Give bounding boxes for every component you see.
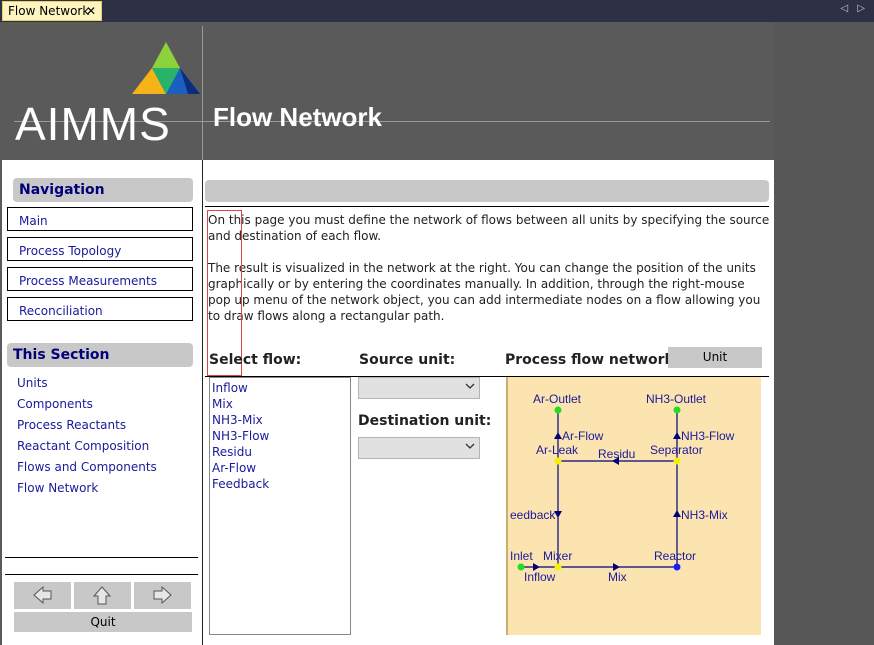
flow-label-residu: Residu	[598, 447, 635, 461]
left-border	[0, 160, 2, 645]
flow-list-item[interactable]: Inflow	[210, 380, 350, 396]
tab-flow-network[interactable]: Flow Network ✕	[2, 1, 102, 21]
flow-label-nh3-flow: NH3-Flow	[681, 429, 735, 443]
unit-button[interactable]: Unit	[668, 347, 762, 368]
network-canvas[interactable]: Ar-Outlet NH3-Outlet Ar-Flow NH3-Flow Ar…	[508, 377, 761, 635]
next-page-button[interactable]	[134, 582, 191, 609]
page-nav-arrows	[14, 582, 192, 610]
page-title: Flow Network	[213, 102, 383, 132]
process-flow-network[interactable]: Ar-Outlet NH3-Outlet Ar-Flow NH3-Flow Ar…	[506, 377, 761, 635]
node-label-mixer: Mixer	[543, 549, 572, 563]
node-reactor	[673, 563, 681, 571]
description-paragraph-1: On this page you must define the network…	[208, 213, 770, 243]
sidebar-divider	[202, 160, 203, 645]
flow-list-item[interactable]: Feedback	[210, 476, 350, 492]
node-label-inlet: Inlet	[510, 549, 533, 563]
flow-list-item[interactable]: Ar-Flow	[210, 460, 350, 476]
node-mixer	[554, 563, 562, 571]
flow-label-ar-flow: Ar-Flow	[562, 429, 604, 443]
this-section-heading: This Section	[7, 343, 193, 367]
destination-unit-dropdown[interactable]	[358, 437, 480, 459]
arrow-icon	[673, 510, 681, 517]
navigation-heading: Navigation	[13, 178, 193, 202]
quit-button[interactable]: Quit	[14, 612, 192, 632]
flow-list[interactable]: Inflow Mix NH3-Mix NH3-Flow Residu Ar-Fl…	[209, 377, 351, 635]
node-label-ar-outlet: Ar-Outlet	[533, 392, 582, 406]
chevron-down-icon	[465, 383, 475, 389]
flow-list-item[interactable]: NH3-Flow	[210, 428, 350, 444]
node-label-nh3-outlet: NH3-Outlet	[646, 392, 707, 406]
chevron-down-icon	[465, 443, 475, 449]
up-page-button[interactable]	[74, 582, 131, 609]
nav-process-topology-button[interactable]: Process Topology	[7, 237, 193, 261]
node-label-reactor: Reactor	[654, 549, 696, 563]
section-link-flows-and-components[interactable]: Flows and Components	[17, 460, 157, 474]
page: AIMMS Flow Network Navigation Main Proce…	[0, 22, 774, 645]
select-flow-label: Select flow:	[209, 352, 302, 368]
source-unit-label: Source unit:	[359, 352, 456, 368]
logo-text: AIMMS	[15, 98, 171, 150]
tab-scroll-arrows-icon[interactable]: ◁ ▷	[840, 3, 868, 14]
sidebar-rule	[5, 574, 198, 575]
node-nh3-outlet	[673, 406, 681, 414]
tab-title: Flow Network	[8, 4, 90, 18]
nav-main-button[interactable]: Main	[7, 207, 193, 231]
content-header-bar	[205, 180, 769, 202]
aimms-logo-icon	[132, 42, 200, 94]
flow-label-inflow: Inflow	[524, 570, 556, 584]
node-label-ar-leak: Ar-Leak	[536, 443, 579, 457]
node-label-separator: Separator	[650, 443, 703, 457]
flow-label-nh3-mix: NH3-Mix	[681, 508, 728, 522]
tab-bar: Flow Network ✕ ◁ ▷	[0, 0, 874, 22]
close-icon[interactable]: ✕	[86, 2, 96, 20]
description-paragraph-2: The result is visualized in the network …	[208, 261, 761, 323]
section-link-components[interactable]: Components	[17, 397, 93, 411]
sidebar-rule	[5, 557, 198, 558]
flow-label-feedback: eedback	[510, 508, 556, 522]
arrow-left-icon	[33, 585, 52, 605]
node-separator	[673, 457, 681, 465]
destination-unit-label: Destination unit:	[358, 413, 492, 429]
right-pane	[774, 22, 874, 645]
node-ar-leak	[554, 457, 562, 465]
process-flow-network-label: Process flow network:	[505, 352, 680, 368]
arrow-icon	[673, 432, 681, 439]
header-vertical-line	[202, 26, 203, 160]
source-unit-dropdown[interactable]	[358, 377, 480, 399]
section-link-reactant-composition[interactable]: Reactant Composition	[17, 439, 149, 453]
flow-label-mix: Mix	[608, 570, 627, 584]
flow-list-item[interactable]: Mix	[210, 396, 350, 412]
arrow-up-icon	[92, 586, 112, 605]
section-link-units[interactable]: Units	[17, 376, 48, 390]
content-rule	[205, 206, 769, 207]
section-link-flow-network[interactable]: Flow Network	[17, 481, 98, 495]
arrow-icon	[554, 432, 562, 439]
previous-page-button[interactable]	[14, 582, 71, 609]
flow-list-item[interactable]: Residu	[210, 444, 350, 460]
flow-list-item[interactable]: NH3-Mix	[210, 412, 350, 428]
arrow-right-icon	[153, 585, 172, 605]
section-link-process-reactants[interactable]: Process Reactants	[17, 418, 126, 432]
node-ar-outlet	[554, 406, 562, 414]
nav-process-measurements-button[interactable]: Process Measurements	[7, 267, 193, 291]
nav-reconciliation-button[interactable]: Reconciliation	[7, 297, 193, 321]
page-header: AIMMS Flow Network	[0, 22, 774, 160]
